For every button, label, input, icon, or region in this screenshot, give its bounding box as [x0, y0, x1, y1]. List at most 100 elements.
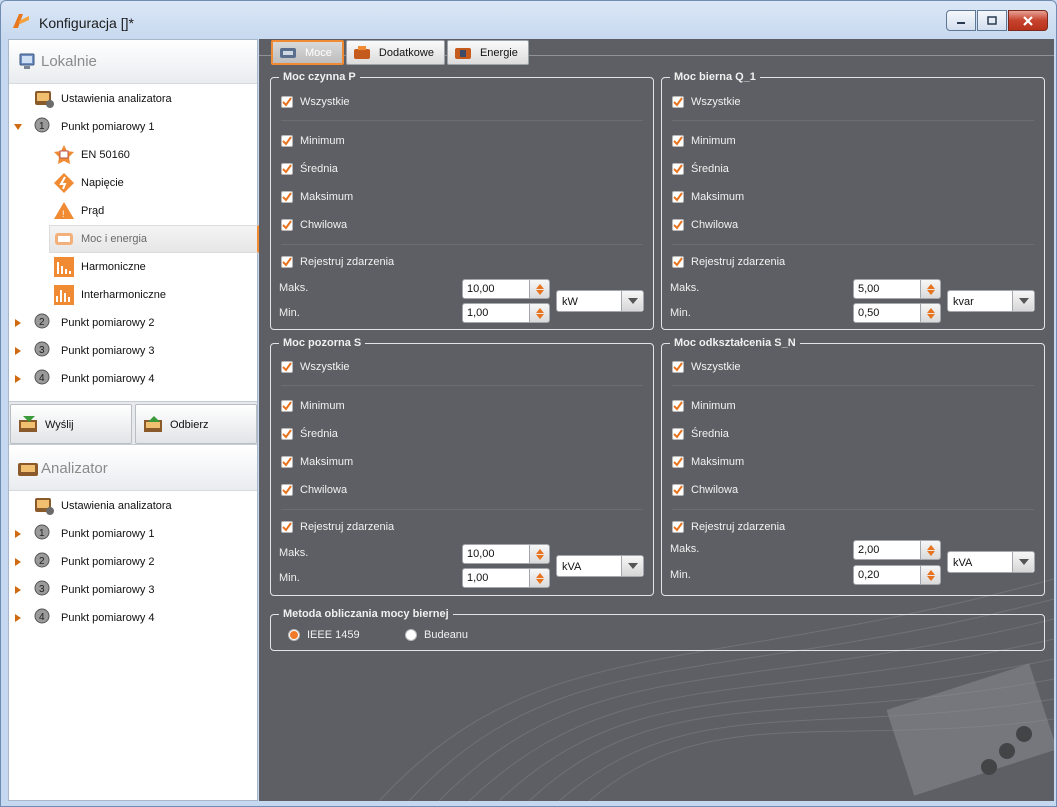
checkmark-icon[interactable] [672, 456, 684, 468]
checkbox-instant[interactable]: Chwilowa [281, 482, 347, 498]
collapsed-arrow-icon[interactable] [13, 529, 23, 539]
unit-select[interactable]: kVA [556, 555, 644, 577]
min-value[interactable]: 1,00 [462, 568, 530, 588]
checkbox-instant[interactable]: Chwilowa [281, 217, 347, 233]
tab-dodatkowe[interactable]: Dodatkowe [345, 40, 445, 65]
checkbox-all[interactable]: Wszystkie [672, 94, 741, 110]
min-value[interactable]: 0,20 [853, 565, 921, 585]
checkbox-events[interactable]: Rejestruj zdarzenia [672, 519, 785, 535]
checkbox-all[interactable]: Wszystkie [281, 94, 350, 110]
checkbox-all[interactable]: Wszystkie [672, 359, 741, 375]
tree-item-measuring-point-3[interactable]: 3 Punkt pomiarowy 3 [9, 337, 257, 365]
tab-moce[interactable]: Moce [271, 40, 344, 65]
unit-select[interactable]: kW [556, 290, 644, 312]
checkmark-icon[interactable] [672, 521, 684, 533]
collapsed-arrow-icon[interactable] [13, 318, 23, 328]
radio-budeanu[interactable]: Budeanu [405, 629, 468, 641]
collapsed-arrow-icon[interactable] [13, 585, 23, 595]
local-section-header[interactable]: Lokalnie [9, 40, 257, 84]
tree-item-analyzer-settings-remote[interactable]: Ustawienia analizatora [9, 492, 257, 520]
tree-item-en50160[interactable]: EN 50160 [9, 141, 257, 169]
checkmark-icon[interactable] [672, 428, 684, 440]
checkmark-icon[interactable] [281, 456, 293, 468]
max-spinner[interactable]: 2,00 [853, 540, 943, 560]
checkmark-icon[interactable] [281, 484, 293, 496]
checkmark-icon[interactable] [281, 191, 293, 203]
chevron-down-icon[interactable] [621, 291, 643, 311]
checkbox-average[interactable]: Średnia [281, 161, 338, 177]
max-value[interactable]: 5,00 [853, 279, 921, 299]
collapsed-arrow-icon[interactable] [13, 557, 23, 567]
checkbox-maximum[interactable]: Maksimum [672, 454, 744, 470]
max-value[interactable]: 10,00 [462, 544, 530, 564]
max-spinner[interactable]: 10,00 [462, 544, 552, 564]
expanded-arrow-icon[interactable] [13, 122, 23, 132]
checkmark-icon[interactable] [672, 163, 684, 175]
unit-select[interactable]: kVA [947, 551, 1035, 573]
min-spinner[interactable]: 1,00 [462, 568, 552, 588]
checkmark-icon[interactable] [281, 400, 293, 412]
maximize-button[interactable] [977, 10, 1007, 31]
send-button[interactable]: Wyślij [10, 404, 132, 444]
checkmark-icon[interactable] [672, 219, 684, 231]
spinner-arrows-icon[interactable] [530, 279, 550, 299]
min-value[interactable]: 1,00 [462, 303, 530, 323]
checkmark-icon[interactable] [672, 484, 684, 496]
checkmark-icon[interactable] [281, 256, 293, 268]
checkmark-icon[interactable] [281, 219, 293, 231]
checkbox-minimum[interactable]: Minimum [281, 133, 345, 149]
checkbox-average[interactable]: Średnia [672, 161, 729, 177]
checkbox-maximum[interactable]: Maksimum [281, 189, 353, 205]
min-spinner[interactable]: 0,50 [853, 303, 943, 323]
checkbox-minimum[interactable]: Minimum [672, 398, 736, 414]
radio-ieee1459[interactable]: IEEE 1459 [288, 629, 360, 641]
analyzer-section-header[interactable]: Analizator [9, 447, 257, 491]
tree-item-voltage[interactable]: Napięcie [9, 169, 257, 197]
checkmark-icon[interactable] [672, 256, 684, 268]
collapsed-arrow-icon[interactable] [13, 346, 23, 356]
checkbox-instant[interactable]: Chwilowa [672, 482, 738, 498]
spinner-arrows-icon[interactable] [921, 540, 941, 560]
min-spinner[interactable]: 1,00 [462, 303, 552, 323]
tree-item-interharmonics[interactable]: Interharmoniczne [9, 281, 257, 309]
spinner-arrows-icon[interactable] [530, 568, 550, 588]
checkbox-average[interactable]: Średnia [281, 426, 338, 442]
checkmark-icon[interactable] [281, 361, 293, 373]
unit-select[interactable]: kvar [947, 290, 1035, 312]
tree-item-power-energy[interactable]: Moc i energia [49, 225, 259, 253]
tree-item-measuring-point-2[interactable]: 2 Punkt pomiarowy 2 [9, 309, 257, 337]
checkmark-icon[interactable] [672, 191, 684, 203]
max-value[interactable]: 10,00 [462, 279, 530, 299]
chevron-down-icon[interactable] [1012, 552, 1034, 572]
checkmark-icon[interactable] [672, 400, 684, 412]
checkbox-instant[interactable]: Chwilowa [672, 217, 738, 233]
checkmark-icon[interactable] [672, 135, 684, 147]
checkbox-average[interactable]: Średnia [672, 426, 729, 442]
checkbox-events[interactable]: Rejestruj zdarzenia [281, 519, 394, 535]
spinner-arrows-icon[interactable] [921, 303, 941, 323]
checkmark-icon[interactable] [672, 96, 684, 108]
checkmark-icon[interactable] [672, 361, 684, 373]
min-spinner[interactable]: 0,20 [853, 565, 943, 585]
tree-item-remote-point-2[interactable]: 2 Punkt pomiarowy 2 [9, 548, 257, 576]
receive-button[interactable]: Odbierz [135, 404, 257, 444]
checkmark-icon[interactable] [281, 163, 293, 175]
tree-item-harmonics[interactable]: Harmoniczne [9, 253, 257, 281]
checkbox-maximum[interactable]: Maksimum [281, 454, 353, 470]
checkbox-all[interactable]: Wszystkie [281, 359, 350, 375]
minimize-button[interactable] [946, 10, 976, 31]
chevron-down-icon[interactable] [621, 556, 643, 576]
spinner-arrows-icon[interactable] [530, 303, 550, 323]
tree-item-remote-point-1[interactable]: 1 Punkt pomiarowy 1 [9, 520, 257, 548]
checkbox-maximum[interactable]: Maksimum [672, 189, 744, 205]
checkbox-events[interactable]: Rejestruj zdarzenia [281, 254, 394, 270]
spinner-arrows-icon[interactable] [921, 279, 941, 299]
checkmark-icon[interactable] [281, 135, 293, 147]
checkbox-minimum[interactable]: Minimum [281, 398, 345, 414]
tree-item-remote-point-3[interactable]: 3 Punkt pomiarowy 3 [9, 576, 257, 604]
tree-item-analyzer-settings[interactable]: Ustawienia analizatora [9, 85, 257, 113]
max-spinner[interactable]: 10,00 [462, 279, 552, 299]
checkbox-events[interactable]: Rejestruj zdarzenia [672, 254, 785, 270]
checkmark-icon[interactable] [281, 96, 293, 108]
chevron-down-icon[interactable] [1012, 291, 1034, 311]
